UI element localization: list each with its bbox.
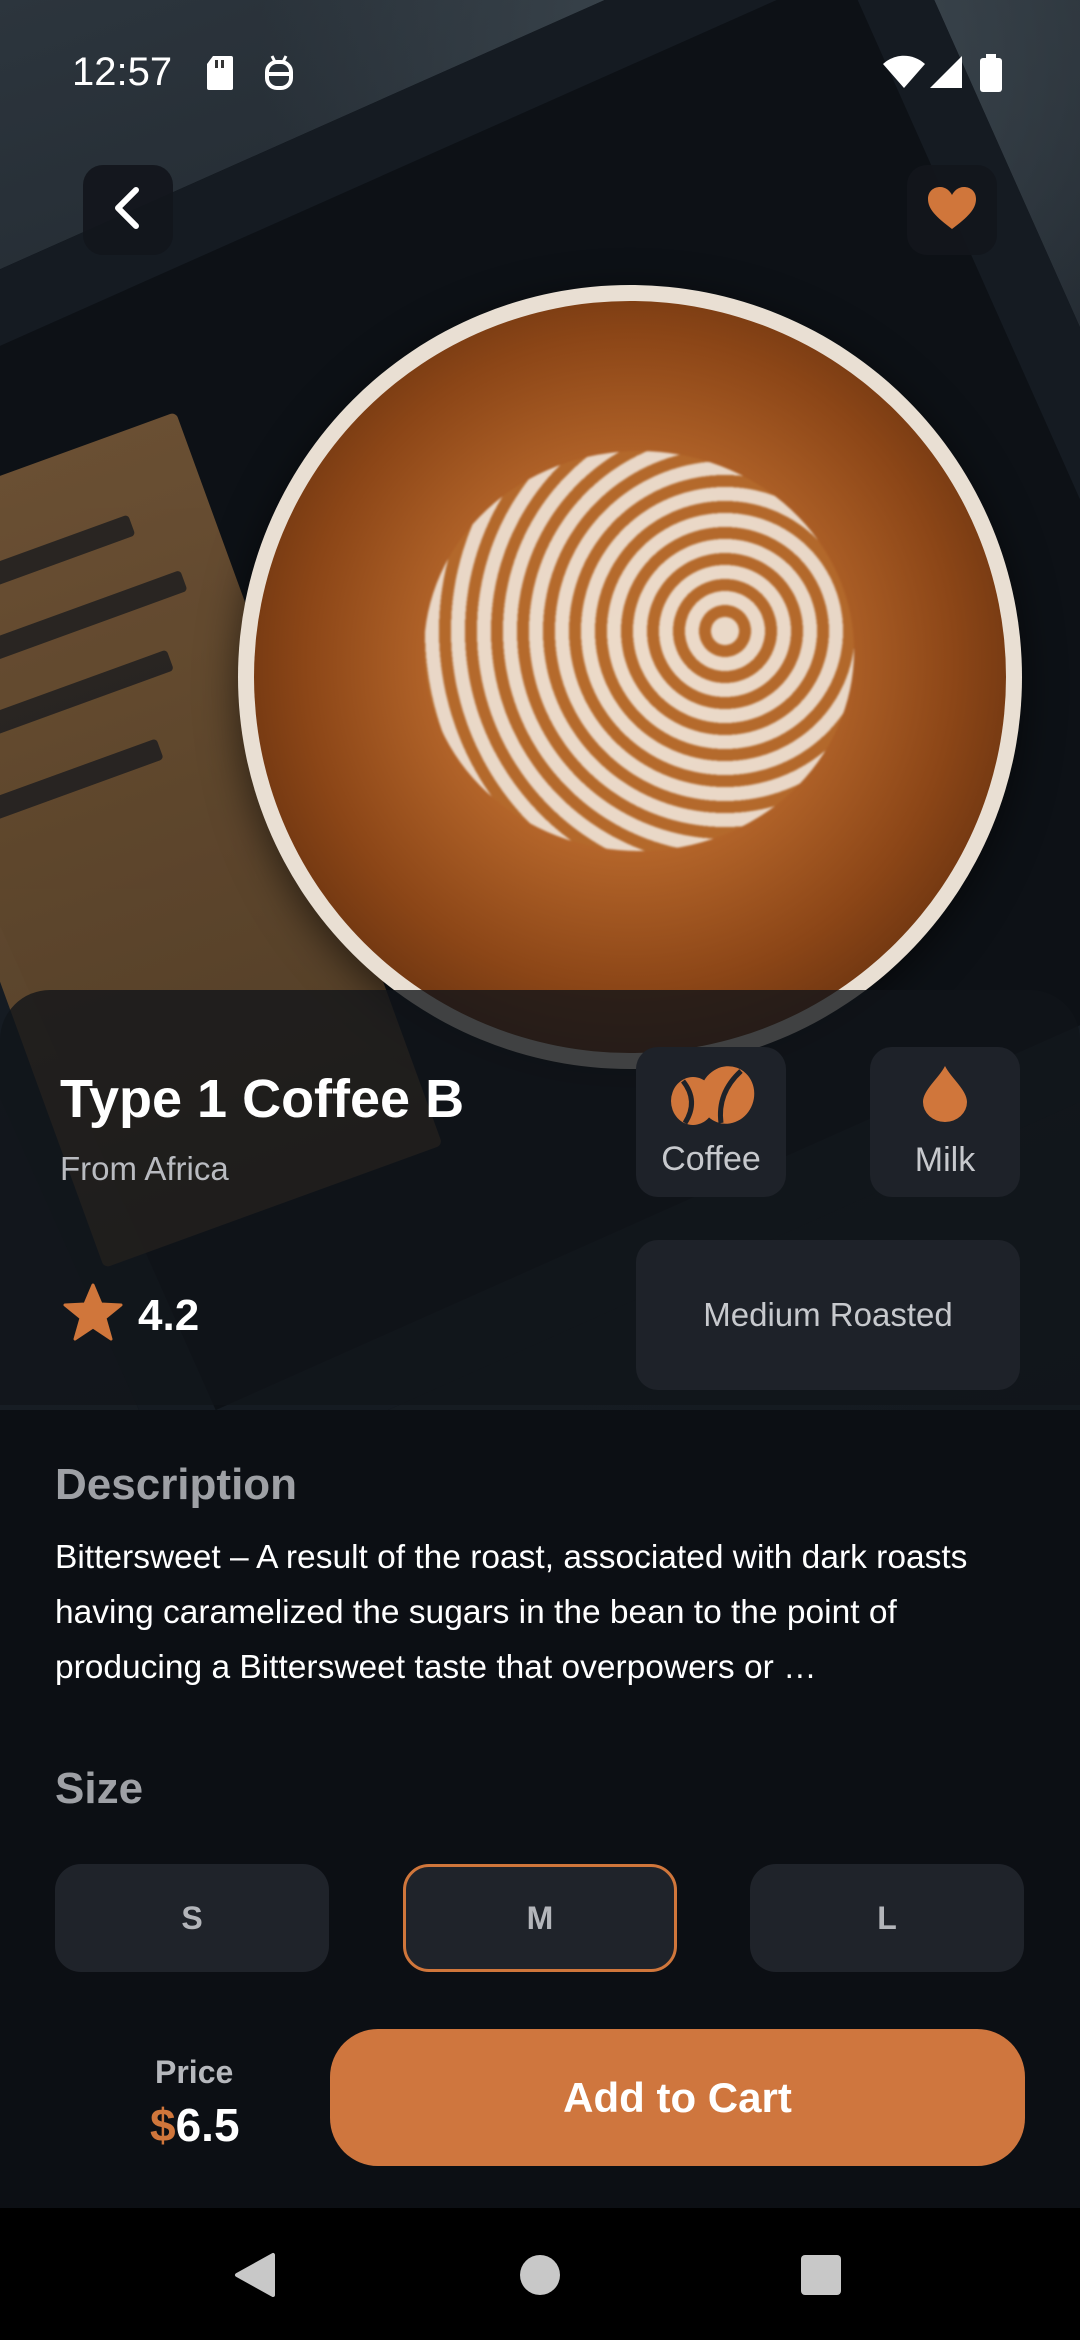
system-nav-bar — [0, 2208, 1080, 2340]
back-button[interactable] — [83, 165, 173, 255]
chevron-left-icon — [108, 186, 148, 235]
wifi-icon — [882, 54, 926, 95]
add-to-cart-label: Add to Cart — [563, 2073, 792, 2121]
description-heading: Description — [55, 1460, 298, 1509]
milk-drop-icon — [921, 1064, 969, 1131]
rating-value: 4.2 — [138, 1290, 200, 1340]
chip-milk-label: Milk — [914, 1141, 976, 1179]
add-to-cart-button[interactable]: Add to Cart — [330, 2029, 1025, 2166]
coffee-bean-icon — [665, 1065, 757, 1136]
price-label: Price — [155, 2054, 234, 2090]
description-text: Bittersweet – A result of the roast, ass… — [55, 1539, 968, 1686]
price-currency: $ — [150, 2099, 176, 2151]
bug-icon — [262, 54, 296, 97]
chip-roast-label: Medium Roasted — [703, 1296, 953, 1333]
heart-icon — [926, 185, 978, 236]
latte-art — [424, 451, 854, 851]
price-value: 6.5 — [175, 2099, 240, 2151]
chip-milk: Milk — [870, 1047, 1020, 1197]
chip-coffee-label: Coffee — [661, 1140, 761, 1178]
product-name: Type 1 Coffee B — [60, 1069, 465, 1129]
size-option-s[interactable]: S — [55, 1864, 329, 1972]
battery-icon — [980, 54, 1002, 97]
signal-icon — [928, 54, 964, 95]
coffee-surface — [254, 301, 1006, 1053]
price: $6.5 — [150, 2098, 240, 2152]
star-icon — [62, 1282, 124, 1349]
nav-recents-icon[interactable] — [800, 2254, 842, 2301]
size-heading: Size — [55, 1764, 144, 1813]
coffee-cup — [238, 285, 1022, 1069]
status-time: 12:57 — [72, 50, 173, 94]
size-option-m[interactable]: M — [403, 1864, 677, 1972]
sd-card-icon — [205, 54, 235, 97]
size-option-l[interactable]: L — [750, 1864, 1024, 1972]
status-bar: 12:57 — [0, 0, 1080, 150]
favorite-button[interactable] — [907, 165, 997, 255]
chip-coffee: Coffee — [636, 1047, 786, 1197]
nav-back-icon[interactable] — [233, 2252, 277, 2303]
chip-roast: Medium Roasted — [636, 1240, 1020, 1390]
product-origin: From Africa — [60, 1150, 229, 1187]
nav-home-icon[interactable] — [518, 2253, 562, 2302]
rating: 4.2 — [62, 1282, 199, 1349]
